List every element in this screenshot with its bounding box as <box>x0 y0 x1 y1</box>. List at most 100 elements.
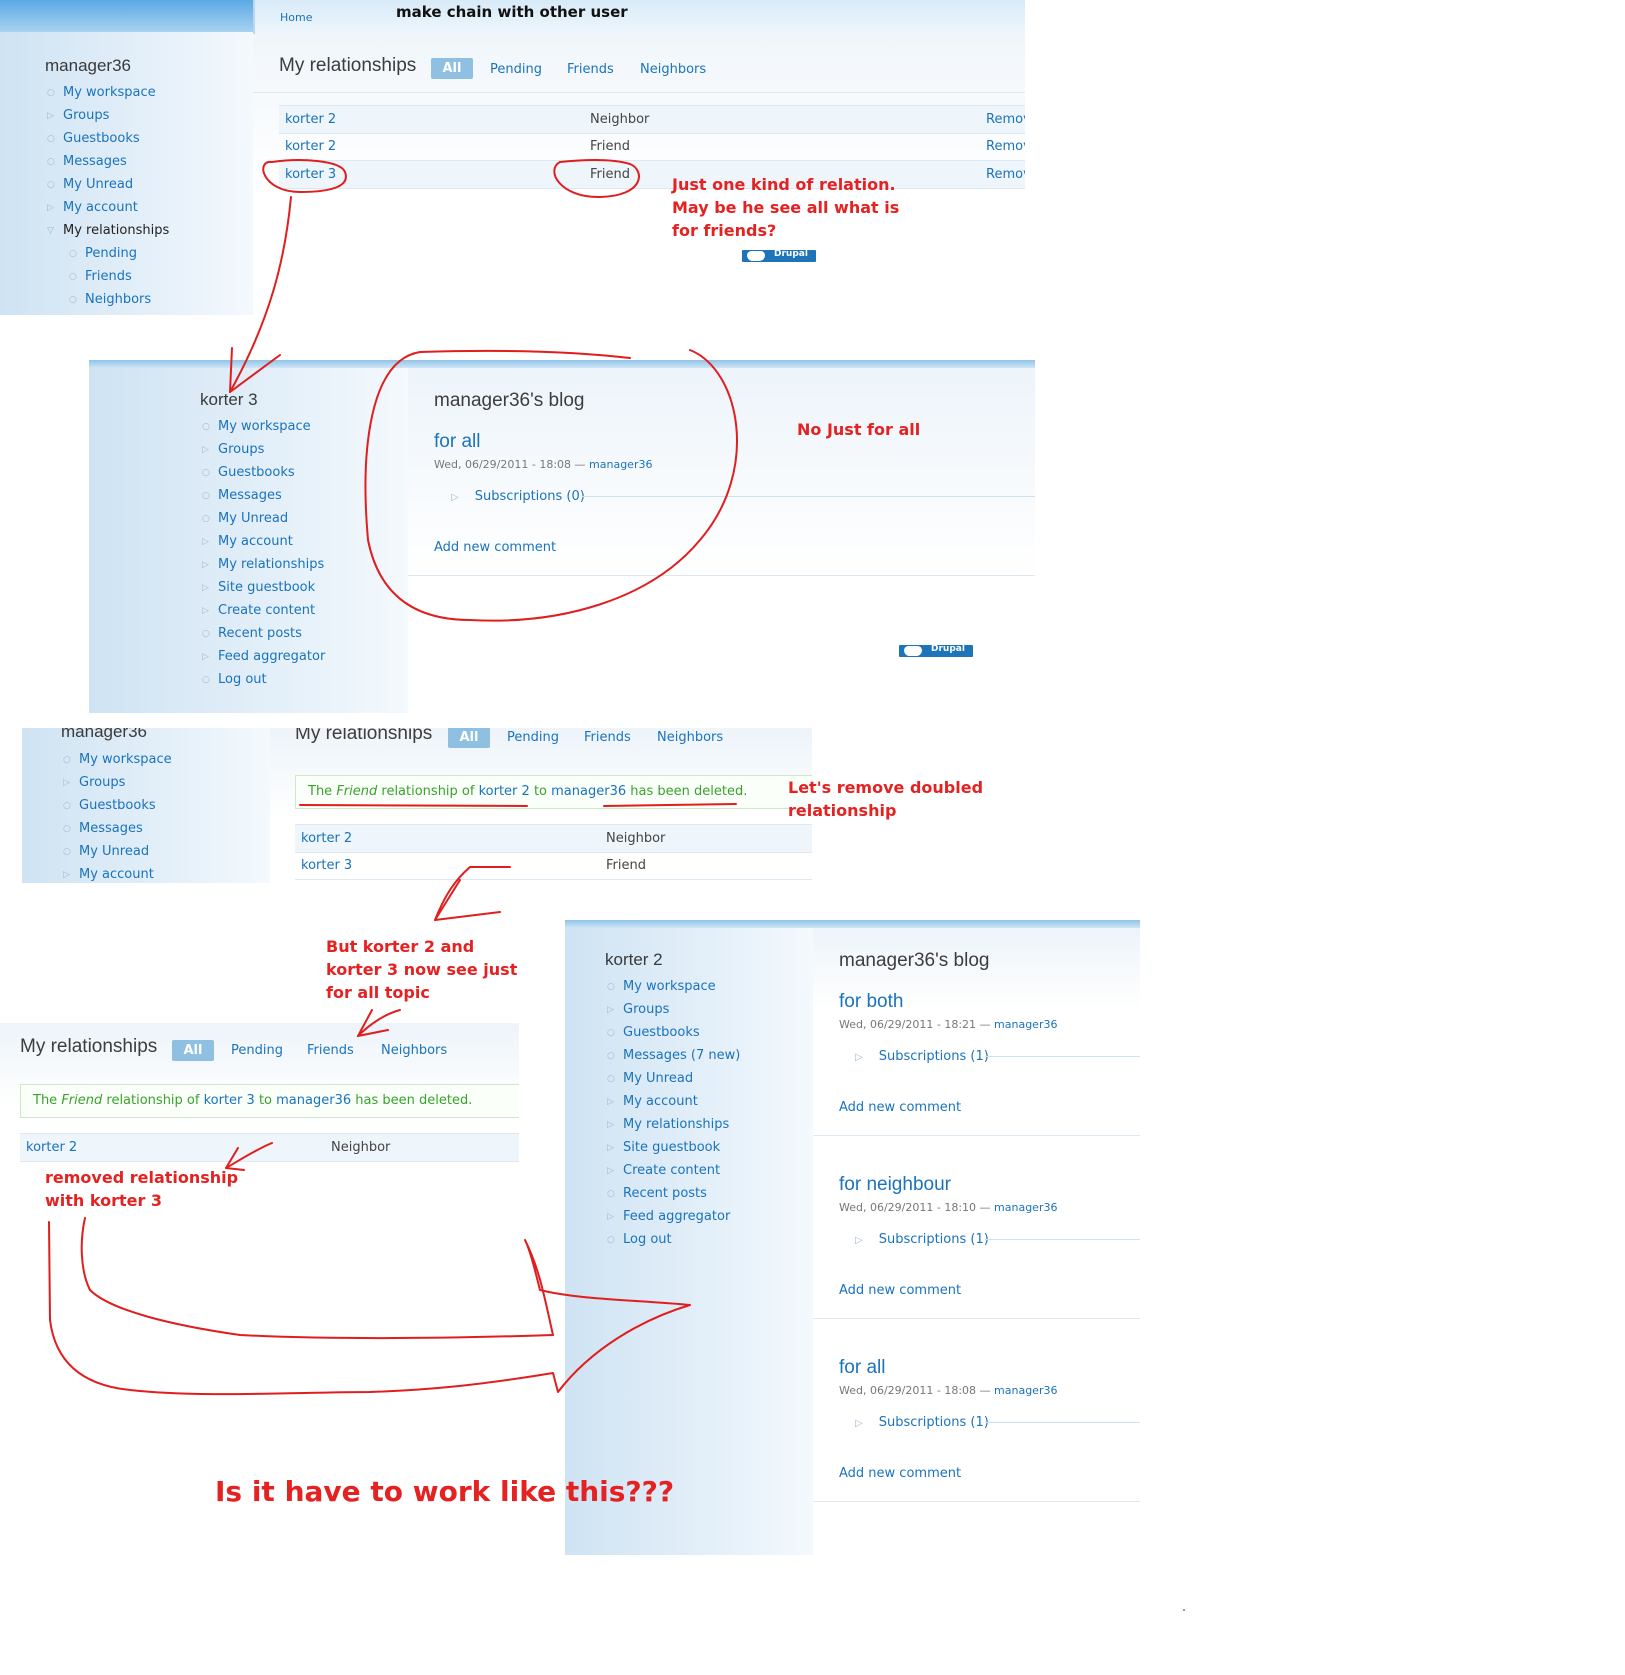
nav-log-out[interactable]: ○ Log out <box>605 1232 740 1255</box>
nav-groups[interactable]: ▷ Groups <box>605 1002 740 1025</box>
msg-owner-link[interactable]: manager36 <box>276 1093 351 1108</box>
nav-site-guestbook[interactable]: ▷ Site guestbook <box>200 580 325 603</box>
nav-groups[interactable]: ▷ Groups <box>45 108 169 131</box>
nav-my-account[interactable]: ▷ My account <box>61 867 172 883</box>
nav-guestbooks[interactable]: ○ Guestbooks <box>200 465 325 488</box>
nav-my-unread[interactable]: ○ My Unread <box>605 1071 740 1094</box>
tab-friends[interactable]: Friends <box>307 1043 354 1058</box>
nav-log-out[interactable]: ○ Log out <box>200 672 325 695</box>
nav-messages[interactable]: ○ Messages (7 new) <box>605 1048 740 1071</box>
tab-neighbors[interactable]: Neighbors <box>640 62 706 77</box>
node-author-link[interactable]: manager36 <box>994 1018 1057 1031</box>
node-title-link[interactable]: for neighbour <box>839 1174 951 1196</box>
bullet-icon: ○ <box>69 272 77 282</box>
tab-neighbors[interactable]: Neighbors <box>381 1043 447 1058</box>
breadcrumb-home[interactable]: Home <box>280 11 312 24</box>
add-comment-link[interactable]: Add new comment <box>839 1100 961 1115</box>
nav-my-workspace[interactable]: ○ My workspace <box>605 979 740 1002</box>
nav-label: My workspace <box>623 979 716 994</box>
node-title-link[interactable]: for both <box>839 991 903 1013</box>
expanded-arrow-icon: ▽ <box>47 226 54 236</box>
nav-recent-posts[interactable]: ○ Recent posts <box>200 626 325 649</box>
nav-pending[interactable]: ○ Pending <box>45 246 169 269</box>
nav-my-workspace[interactable]: ○ My workspace <box>61 752 172 775</box>
nav-guestbooks[interactable]: ○ Guestbooks <box>45 131 169 154</box>
subscriptions-label: Subscriptions (1) <box>878 1232 989 1247</box>
annotation-line: Just one kind of relation. <box>672 175 896 194</box>
nav-neighbors[interactable]: ○ Neighbors <box>45 292 169 315</box>
nav-guestbooks[interactable]: ○ Guestbooks <box>61 798 172 821</box>
subscriptions-link[interactable]: ▷ Subscriptions (1) <box>855 1232 989 1247</box>
nav-label: Messages <box>218 488 282 503</box>
node-title-link[interactable]: for all <box>434 431 480 453</box>
row-remove-link[interactable]: Remov <box>986 112 1025 127</box>
status-text: The Friend relationship of korter 2 to m… <box>308 784 747 799</box>
nav-my-relationships[interactable]: ▽ My relationships <box>45 223 169 246</box>
table-row: korter 3 Friend Remov <box>279 161 1025 189</box>
nav-my-workspace[interactable]: ○ My workspace <box>45 85 169 108</box>
nav-recent-posts[interactable]: ○ Recent posts <box>605 1186 740 1209</box>
row-user-link[interactable]: korter 3 <box>301 858 352 873</box>
nav-my-unread[interactable]: ○ My Unread <box>45 177 169 200</box>
tab-pending[interactable]: Pending <box>490 62 542 77</box>
annotation-line: removed relationship <box>45 1168 239 1187</box>
collapsed-arrow-icon: ▷ <box>607 1212 614 1222</box>
msg-owner-link[interactable]: manager36 <box>551 784 626 799</box>
add-comment-link[interactable]: Add new comment <box>434 540 556 555</box>
nav-feed-aggregator[interactable]: ▷ Feed aggregator <box>200 649 325 672</box>
table-row: korter 3 Friend <box>295 852 812 880</box>
collapsed-arrow-icon: ▷ <box>63 870 70 880</box>
nav-groups[interactable]: ▷ Groups <box>200 442 325 465</box>
tab-pending[interactable]: Pending <box>507 730 559 745</box>
tab-friends[interactable]: Friends <box>584 730 631 745</box>
nav-my-account[interactable]: ▷ My account <box>605 1094 740 1117</box>
row-user-link[interactable]: korter 2 <box>26 1140 77 1155</box>
nav-label: Groups <box>218 442 265 457</box>
row-user-link[interactable]: korter 2 <box>285 112 336 127</box>
tab-all[interactable]: All <box>448 728 490 748</box>
bullet-icon: ○ <box>69 295 77 305</box>
subscriptions-link[interactable]: ▷ Subscriptions (1) <box>855 1049 989 1064</box>
row-user-link[interactable]: korter 3 <box>285 167 336 182</box>
node-author-link[interactable]: manager36 <box>589 458 652 471</box>
subscriptions-link[interactable]: ▷ Subscriptions (1) <box>855 1415 989 1430</box>
nav-my-workspace[interactable]: ○ My workspace <box>200 419 325 442</box>
nav-my-relationships[interactable]: ▷ My relationships <box>605 1117 740 1140</box>
nav-create-content[interactable]: ▷ Create content <box>200 603 325 626</box>
subscriptions-link[interactable]: ▷ Subscriptions (0) <box>451 489 585 504</box>
row-remove-link[interactable]: Remov <box>986 167 1025 182</box>
row-user-link[interactable]: korter 2 <box>285 139 336 154</box>
nav-groups[interactable]: ▷ Groups <box>61 775 172 798</box>
nav-create-content[interactable]: ▷ Create content <box>605 1163 740 1186</box>
row-user-link[interactable]: korter 2 <box>301 831 352 846</box>
tab-friends[interactable]: Friends <box>567 62 614 77</box>
node-divider <box>813 1318 1140 1319</box>
nav-my-account[interactable]: ▷ My account <box>45 200 169 223</box>
node-author-link[interactable]: manager36 <box>994 1201 1057 1214</box>
nav-messages[interactable]: ○ Messages <box>45 154 169 177</box>
nav-friends[interactable]: ○ Friends <box>45 269 169 292</box>
sidebar-username: manager36 <box>61 728 148 741</box>
msg-user-link[interactable]: korter 2 <box>479 784 530 799</box>
nav-my-relationships[interactable]: ▷ My relationships <box>200 557 325 580</box>
drupal-drop-icon <box>904 646 922 656</box>
add-comment-link[interactable]: Add new comment <box>839 1466 961 1481</box>
nav-my-unread[interactable]: ○ My Unread <box>61 844 172 867</box>
node-title-link[interactable]: for all <box>839 1357 885 1379</box>
add-comment-link[interactable]: Add new comment <box>839 1283 961 1298</box>
msg-user-link[interactable]: korter 3 <box>204 1093 255 1108</box>
tab-all[interactable]: All <box>172 1040 214 1061</box>
nav-site-guestbook[interactable]: ▷ Site guestbook <box>605 1140 740 1163</box>
row-remove-link[interactable]: Remov <box>986 139 1025 154</box>
tab-all[interactable]: All <box>431 58 473 79</box>
nav-label: Messages <box>63 154 127 169</box>
nav-guestbooks[interactable]: ○ Guestbooks <box>605 1025 740 1048</box>
tab-pending[interactable]: Pending <box>231 1043 283 1058</box>
nav-my-account[interactable]: ▷ My account <box>200 534 325 557</box>
nav-feed-aggregator[interactable]: ▷ Feed aggregator <box>605 1209 740 1232</box>
node-author-link[interactable]: manager36 <box>994 1384 1057 1397</box>
nav-messages[interactable]: ○ Messages <box>61 821 172 844</box>
nav-messages[interactable]: ○ Messages <box>200 488 325 511</box>
tab-neighbors[interactable]: Neighbors <box>657 730 723 745</box>
nav-my-unread[interactable]: ○ My Unread <box>200 511 325 534</box>
